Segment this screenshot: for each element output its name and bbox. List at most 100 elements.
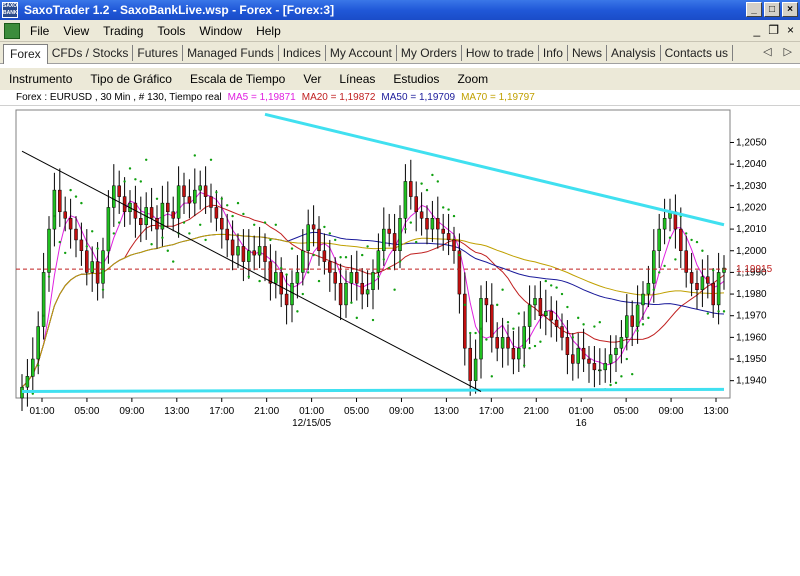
sar-dot xyxy=(193,154,196,157)
sar-dot xyxy=(350,301,353,304)
menu-help[interactable]: Help xyxy=(256,24,281,38)
menu-view[interactable]: View xyxy=(63,24,89,38)
toolbar-estudios[interactable]: Estudios xyxy=(393,72,439,86)
menu-tools[interactable]: Tools xyxy=(157,24,185,38)
child-restore-button[interactable]: ❐ xyxy=(768,23,779,37)
menu-window[interactable]: Window xyxy=(199,24,242,38)
tab-scroll-right-icon[interactable]: ▷ xyxy=(784,45,792,58)
price-chart[interactable]: 1,2050 1,2040 1,2030 1,2020 1,2010 1,2000 1,19… xyxy=(0,106,800,446)
toolbar-instrumento[interactable]: Instrumento xyxy=(9,72,72,86)
candle xyxy=(463,293,467,349)
candle xyxy=(473,358,478,381)
candle xyxy=(679,228,683,252)
y-tick-label: 1,1950 xyxy=(736,354,767,365)
y-tick-label: 1,1940 xyxy=(736,376,767,387)
toolbar-lineas[interactable]: Líneas xyxy=(339,72,375,86)
tab-futures[interactable]: Futures xyxy=(133,44,184,61)
sar-dot xyxy=(496,303,499,307)
tab-cfds-stocks[interactable]: CFDs / Stocks xyxy=(48,44,134,61)
tab-how-to-trade[interactable]: How to trade xyxy=(462,44,539,61)
menu-trading[interactable]: Trading xyxy=(103,24,143,38)
candle xyxy=(355,272,359,284)
tab-contacts-us[interactable]: Contacts us xyxy=(661,44,734,61)
sar-dot xyxy=(706,312,709,315)
chart-svg[interactable]: 1,2050 1,2040 1,2030 1,2020 1,2010 1,2000 1,19… xyxy=(0,106,800,446)
sar-dot xyxy=(523,364,526,367)
sar-dot xyxy=(134,178,137,181)
tab-indices[interactable]: Indices xyxy=(279,44,326,61)
plot-frame xyxy=(15,109,731,399)
sar-dot xyxy=(155,197,159,200)
tab-analysis[interactable]: Analysis xyxy=(607,44,661,61)
candle xyxy=(284,293,289,306)
candle xyxy=(646,282,651,295)
tab-news[interactable]: News xyxy=(568,44,607,61)
sar-dot xyxy=(463,303,466,307)
candle xyxy=(306,224,310,252)
sar-dot xyxy=(490,375,493,378)
candle xyxy=(311,224,316,230)
candle xyxy=(598,369,602,372)
sar-dot xyxy=(58,240,61,244)
candle xyxy=(538,298,543,316)
candle xyxy=(711,282,715,306)
x-tick-label: 13:00 xyxy=(434,406,459,417)
candle xyxy=(662,218,667,230)
candle xyxy=(149,207,154,219)
candle xyxy=(376,250,381,273)
tab-forex[interactable]: Forex xyxy=(3,43,48,64)
candle xyxy=(635,304,640,327)
candle xyxy=(344,282,348,306)
child-minimize-button[interactable]: _ xyxy=(754,23,761,37)
candle xyxy=(230,239,235,256)
sar-dot xyxy=(571,336,574,339)
toolbar-escala-tiempo[interactable]: Escala de Tiempo xyxy=(190,72,285,86)
sar-dot xyxy=(485,338,488,341)
sar-dot xyxy=(139,180,142,183)
close-button[interactable]: × xyxy=(782,2,798,17)
sar-dot xyxy=(614,381,618,385)
toolbar-tipo-grafico[interactable]: Tipo de Gráfico xyxy=(90,72,172,86)
candle xyxy=(101,250,105,284)
candle xyxy=(695,282,699,290)
sar-dot xyxy=(290,247,294,250)
tab-info[interactable]: Info xyxy=(539,44,568,61)
tab-scroll-left-icon[interactable]: ◁ xyxy=(763,45,771,58)
sar-dot xyxy=(199,223,202,226)
minimize-button[interactable]: _ xyxy=(746,2,762,17)
maximize-button[interactable]: □ xyxy=(764,2,780,17)
candle xyxy=(657,228,661,252)
sar-dot xyxy=(37,364,40,367)
y-tick-label: 1,2030 xyxy=(736,181,767,192)
candle xyxy=(549,311,553,321)
toolbar-ver[interactable]: Ver xyxy=(303,72,321,86)
candle xyxy=(484,298,489,306)
ma70-value: MA70 = 1,19797 xyxy=(461,92,535,103)
sar-dot xyxy=(118,221,121,224)
sar-dot xyxy=(577,316,580,320)
sar-dot xyxy=(550,284,553,287)
toolbar-zoom[interactable]: Zoom xyxy=(457,72,488,86)
x-tick-label: 17:00 xyxy=(479,406,504,417)
tab-my-account[interactable]: My Account xyxy=(326,44,397,61)
candle xyxy=(365,289,370,295)
sar-dot xyxy=(555,286,558,289)
child-close-button[interactable]: × xyxy=(787,23,794,37)
sar-dot xyxy=(258,279,261,283)
chart-app-icon[interactable] xyxy=(4,22,20,39)
candle xyxy=(684,250,688,273)
sar-dot xyxy=(361,253,364,257)
sar-dot xyxy=(172,260,175,263)
sar-dot xyxy=(533,344,537,348)
date-label: 16 xyxy=(576,418,588,429)
tab-my-orders[interactable]: My Orders xyxy=(397,44,462,61)
candle xyxy=(571,354,575,364)
candle xyxy=(592,363,597,371)
menu-file[interactable]: File xyxy=(30,24,49,38)
tab-managed-funds[interactable]: Managed Funds xyxy=(183,44,279,61)
candle xyxy=(425,218,429,230)
current-price-label: 1,19915 xyxy=(736,264,773,275)
sar-dot xyxy=(80,201,83,205)
y-tick-label: 1,2010 xyxy=(736,224,767,235)
candle xyxy=(603,363,607,371)
